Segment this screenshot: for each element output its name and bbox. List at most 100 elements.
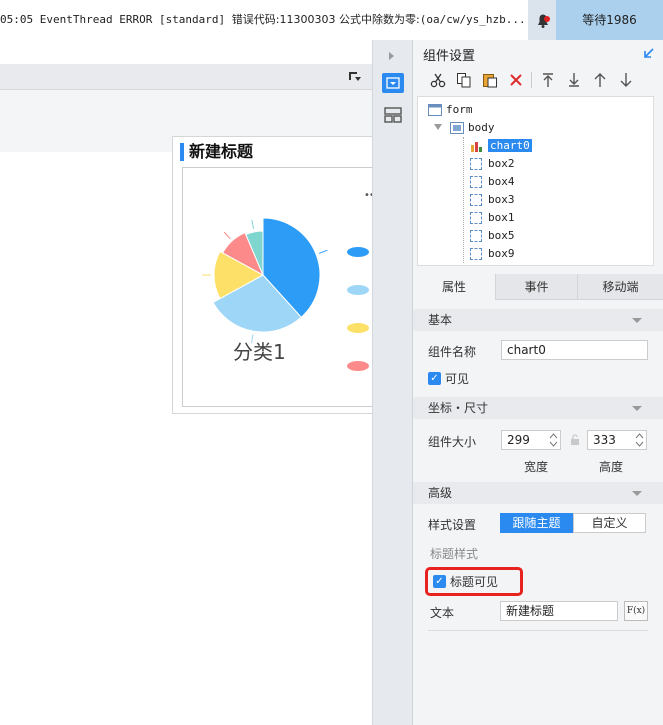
formula-button[interactable]: F(x): [624, 601, 648, 621]
tree-guide-line: [463, 137, 464, 263]
box-component-icon: [470, 158, 482, 170]
dropdown-menu-icon[interactable]: [348, 71, 362, 83]
tree-node-label: box4: [488, 175, 515, 188]
component-settings-panel: 组件设置 form body chart0 box2 box4 box3 box1 box…: [412, 40, 663, 725]
user-name[interactable]: 等待1986: [556, 0, 663, 40]
move-top-icon[interactable]: [539, 71, 557, 89]
spinner-icon[interactable]: [549, 432, 558, 448]
section-coords-label: 坐标・尺寸: [428, 401, 489, 415]
error-message[interactable]: 05:05 EventThread ERROR [standard] 错误代码:…: [0, 0, 556, 40]
style-custom-button[interactable]: 自定义: [573, 513, 646, 533]
tree-node-label: box1: [488, 211, 515, 224]
notification-button[interactable]: [528, 0, 558, 40]
tree-node-label: chart0: [488, 139, 532, 152]
width-input[interactable]: 299: [501, 430, 561, 450]
error-message-code: 错误代码:11300303 公式中除数为零:: [231, 13, 420, 26]
tree-node-box2[interactable]: box2: [470, 155, 515, 173]
top-status-bar: 05:05 EventThread ERROR [standard] 错误代码:…: [0, 0, 663, 40]
visible-checkbox[interactable]: ✓ 可见: [428, 370, 469, 387]
layout-icon[interactable]: [384, 107, 402, 123]
legend-marker[interactable]: [347, 285, 369, 295]
collapse-arrow-icon[interactable]: [643, 47, 655, 59]
tree-node-label: box2: [488, 157, 515, 170]
lock-icon[interactable]: [570, 434, 580, 446]
tab-properties[interactable]: 属性: [413, 274, 495, 300]
tree-node-label: box5: [488, 229, 515, 242]
box-component-icon: [470, 176, 482, 188]
editor-toolbar: [0, 64, 372, 90]
error-message-prefix: 05:05 EventThread ERROR [standard]: [0, 13, 232, 26]
tree-node-box9[interactable]: box9: [470, 245, 515, 263]
tree-node-box3[interactable]: box3: [470, 191, 515, 209]
form-icon: [428, 104, 442, 116]
panel-icon: [386, 77, 400, 89]
tree-node-box5[interactable]: box5: [470, 227, 515, 245]
tree-node-body[interactable]: body: [450, 119, 495, 137]
body-icon: [450, 122, 464, 134]
tree-node-label: body: [468, 121, 495, 134]
height-caption: 高度: [599, 460, 624, 474]
tree-node-label: box3: [488, 193, 515, 206]
tree-node-box1[interactable]: box1: [470, 209, 515, 227]
box-component-icon: [470, 248, 482, 260]
tree-node-form[interactable]: form: [428, 101, 473, 119]
height-value: 333: [593, 433, 616, 447]
component-name-label: 组件名称: [428, 345, 477, 359]
cut-icon[interactable]: [429, 71, 447, 89]
legend-marker[interactable]: [347, 361, 369, 371]
move-up-icon[interactable]: [591, 71, 609, 89]
tree-node-box4[interactable]: box4: [470, 173, 515, 191]
chart-title: 新建标题: [189, 142, 254, 161]
copy-icon[interactable]: [455, 71, 473, 89]
slice-leader-line: [223, 231, 231, 239]
component-settings-tab[interactable]: [382, 73, 404, 93]
style-settings-label: 样式设置: [428, 518, 477, 532]
section-basic[interactable]: 基本: [413, 309, 663, 331]
section-advanced-label: 高级: [428, 486, 453, 500]
section-coords[interactable]: 坐标・尺寸: [413, 397, 663, 419]
section-divider: [428, 630, 648, 631]
expand-arrow-icon[interactable]: [434, 124, 442, 130]
tree-node-label: form: [446, 103, 473, 116]
tree-node-label: box9: [488, 247, 515, 260]
tree-node-chart0[interactable]: chart0: [470, 137, 532, 155]
style-follow-theme-button[interactable]: 跟随主题: [500, 513, 573, 533]
notification-badge: [544, 16, 550, 22]
height-input[interactable]: 333: [587, 430, 647, 450]
tab-events[interactable]: 事件: [495, 274, 577, 300]
box-component-icon: [470, 194, 482, 206]
checkbox-checked-icon: ✓: [428, 372, 441, 385]
size-label: 组件大小: [428, 435, 477, 449]
component-tree: form body chart0 box2 box4 box3 box1 box5 box9: [417, 96, 654, 266]
box-component-icon: [470, 212, 482, 224]
chevron-right-icon[interactable]: [388, 51, 396, 61]
collapse-chevron-icon[interactable]: [632, 491, 642, 497]
tab-mobile[interactable]: 移动端: [577, 274, 663, 300]
component-name-input[interactable]: chart0: [501, 340, 648, 360]
legend-marker[interactable]: [347, 323, 369, 333]
title-visible-checkbox[interactable]: ✓ 标题可见: [433, 573, 498, 590]
move-bottom-icon[interactable]: [565, 71, 583, 89]
title-style-heading: 标题样式: [430, 547, 479, 561]
checkbox-checked-icon: ✓: [433, 575, 446, 588]
width-value: 299: [507, 433, 530, 447]
bell-icon: [538, 14, 548, 28]
slice-leader-line: [251, 220, 255, 230]
collapse-chevron-icon[interactable]: [632, 406, 642, 412]
side-tool-strip: [372, 40, 412, 725]
spinner-icon[interactable]: [635, 432, 644, 448]
section-advanced[interactable]: 高级: [413, 482, 663, 504]
title-text-input[interactable]: 新建标题: [500, 601, 618, 621]
paste-icon[interactable]: [481, 71, 499, 89]
collapse-chevron-icon[interactable]: [632, 318, 642, 324]
section-basic-label: 基本: [428, 313, 453, 327]
property-tabs: 属性 事件 移动端: [413, 274, 663, 300]
edit-toolbar: [413, 68, 663, 92]
slice-leader-line: [318, 249, 328, 254]
legend-marker[interactable]: [347, 247, 369, 257]
error-message-suffix: (oa/cw/ys_hzb...: [419, 13, 526, 26]
delete-icon[interactable]: [507, 71, 525, 89]
toolbar-divider: [531, 72, 532, 88]
move-down-icon[interactable]: [617, 71, 635, 89]
title-accent-bar: [180, 143, 184, 161]
